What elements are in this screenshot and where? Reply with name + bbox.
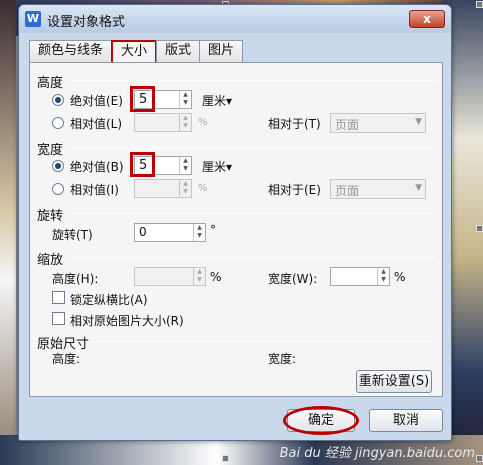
scale-width-percent: % <box>394 270 406 284</box>
height-unit-select[interactable]: 厘米▾ <box>202 92 232 109</box>
width-section-title: 宽度 <box>37 143 64 158</box>
width-absolute-label: 绝对值(B) <box>70 160 124 174</box>
divider <box>68 213 434 214</box>
scale-height-input[interactable]: ▲ ▼ <box>134 267 206 286</box>
width-relative-arrows[interactable]: ▲ ▼ <box>179 180 191 197</box>
resize-handle-bottom[interactable] <box>222 455 229 462</box>
width-relative-to-label: 相对于(E) <box>268 183 321 197</box>
format-object-dialog: W 设置对象格式 x 颜色与线条 大小 版式 图片 高度 绝对值(E) 5 ▲ ▼… <box>18 4 452 441</box>
original-height-label: 高度: <box>52 352 81 366</box>
height-relative-to-value: 页面 <box>335 118 360 132</box>
lock-aspect-ratio-label: 锁定纵横比(A) <box>70 293 148 307</box>
scale-height-arrows[interactable]: ▲ ▼ <box>193 268 205 285</box>
divider <box>68 80 434 81</box>
width-relative-input[interactable]: ▲ ▼ <box>134 179 192 198</box>
height-relative-arrows[interactable]: ▲ ▼ <box>179 114 191 131</box>
dialog-title: 设置对象格式 <box>47 15 126 30</box>
dialog-titlebar[interactable]: W 设置对象格式 x <box>19 5 451 33</box>
height-relative-radio[interactable] <box>52 117 64 129</box>
divider <box>92 341 434 342</box>
highlight-circle <box>283 406 359 435</box>
scale-width-input[interactable]: ▲ ▼ <box>330 267 390 286</box>
width-relative-to-select[interactable]: 页面 ▼ <box>330 179 426 199</box>
tab-size[interactable]: 大小 <box>111 40 158 63</box>
relative-original-size-checkbox[interactable] <box>52 312 65 325</box>
width-relative-radio[interactable] <box>52 183 64 195</box>
divider <box>68 257 434 258</box>
height-section-title: 高度 <box>37 76 64 91</box>
width-relative-to-value: 页面 <box>335 184 360 198</box>
height-relative-input[interactable]: ▲ ▼ <box>134 113 192 132</box>
background-photo-left <box>0 0 16 465</box>
cancel-button[interactable]: 取消 <box>369 409 443 432</box>
divider <box>68 147 434 148</box>
resize-handle-top-right[interactable] <box>476 1 483 8</box>
scale-section-title: 缩放 <box>37 253 64 268</box>
height-spinner-arrows[interactable]: ▲ ▼ <box>179 91 191 108</box>
lock-aspect-ratio-checkbox[interactable] <box>52 291 65 304</box>
rotation-input[interactable]: 0 ▲ ▼ <box>134 223 206 242</box>
highlight-box <box>130 152 155 177</box>
scale-height-label: 高度(H): <box>52 272 99 286</box>
tab-layout[interactable]: 版式 <box>156 40 201 62</box>
width-unit-select[interactable]: 厘米▾ <box>202 158 232 175</box>
height-relative-percent: % <box>198 117 208 128</box>
tab-colors-lines[interactable]: 颜色与线条 <box>29 40 113 62</box>
tab-bar: 颜色与线条 大小 版式 图片 <box>29 40 244 63</box>
width-relative-label: 相对值(I) <box>70 183 119 197</box>
relative-original-size-label: 相对原始图片大小(R) <box>70 314 184 328</box>
reset-button[interactable]: 重新设置(S) <box>356 370 432 393</box>
rotation-value: 0 <box>139 225 147 239</box>
rotation-section-title: 旋转 <box>37 209 64 224</box>
scale-width-arrows[interactable]: ▲ ▼ <box>377 268 389 285</box>
highlight-box <box>130 86 155 112</box>
resize-handle-bottom-right[interactable] <box>476 455 483 462</box>
height-relative-label: 相对值(L) <box>70 117 123 131</box>
resize-handle-right[interactable] <box>476 225 483 232</box>
width-relative-percent: % <box>198 183 208 194</box>
height-absolute-radio[interactable] <box>52 94 64 106</box>
width-absolute-radio[interactable] <box>52 160 64 172</box>
rotation-label: 旋转(T) <box>52 228 93 242</box>
size-tab-panel: 高度 绝对值(E) 5 ▲ ▼ 厘米▾ 相对值(L) ▲ ▼ % 相对于(T) 页面… <box>29 62 443 397</box>
wps-app-icon: W <box>25 11 41 27</box>
tab-picture[interactable]: 图片 <box>199 40 244 62</box>
original-width-label: 宽度: <box>268 352 297 366</box>
chevron-down-icon: ▼ <box>415 183 422 193</box>
rotation-spinner-arrows[interactable]: ▲ ▼ <box>193 224 205 241</box>
height-relative-to-label: 相对于(T) <box>268 117 321 131</box>
height-relative-to-select[interactable]: 页面 ▼ <box>330 113 426 133</box>
scale-height-percent: % <box>210 270 222 284</box>
width-spinner-arrows[interactable]: ▲ ▼ <box>179 157 191 174</box>
close-button[interactable]: x <box>409 10 445 28</box>
rotation-degree-unit: ° <box>210 223 216 237</box>
chevron-down-icon: ▼ <box>415 117 422 127</box>
watermark-text: Bai du 经验 jingyan.baidu.com <box>279 446 475 461</box>
height-absolute-label: 绝对值(E) <box>70 94 123 108</box>
scale-width-label: 宽度(W): <box>268 272 318 286</box>
